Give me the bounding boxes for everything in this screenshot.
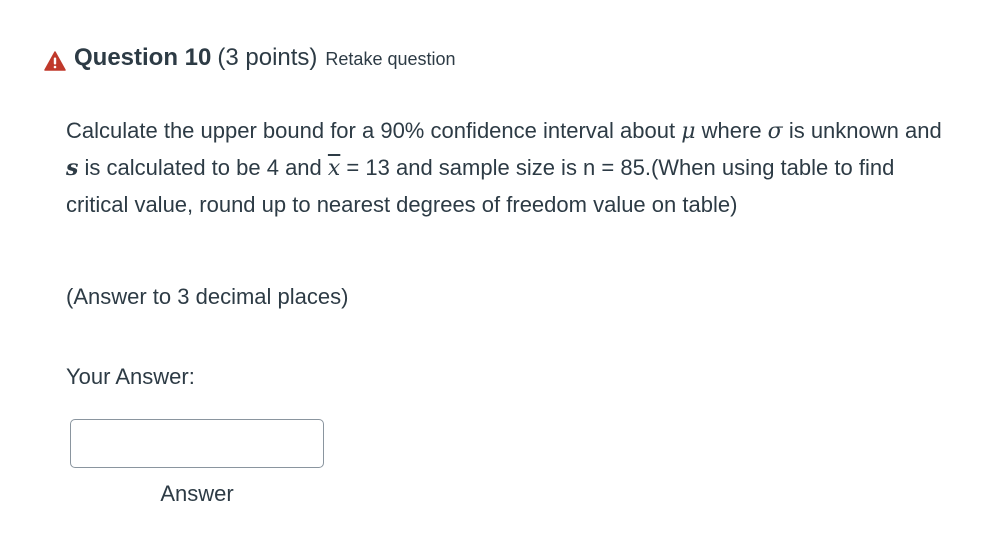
answer-instructions: (Answer to 3 decimal places) [66,284,349,309]
mu-symbol: μ [681,119,696,144]
question-text-part: is calculated to be 4 and [78,155,328,180]
question-text-part: Calculate the upper bound for a 90% conf… [66,118,682,143]
question-text-part: where [695,118,768,143]
warning-triangle-icon [44,51,66,71]
answer-input[interactable] [70,419,324,468]
answer-caption: Answer [160,481,234,506]
question-text-part: is unknown and [782,118,942,143]
xbar-symbol: x [327,156,341,181]
question-header: Question 10 (3 points) Retake question [44,44,456,78]
question-title: Question 10 [74,44,212,71]
question-text: Calculate the upper bound for a 90% conf… [66,113,946,223]
s-symbol: s [66,155,79,181]
question-points: (3 points) [217,44,318,71]
sigma-symbol: σ [767,119,783,144]
your-answer-label: Your Answer: [66,364,195,389]
retake-question-link[interactable]: Retake question [325,49,455,70]
